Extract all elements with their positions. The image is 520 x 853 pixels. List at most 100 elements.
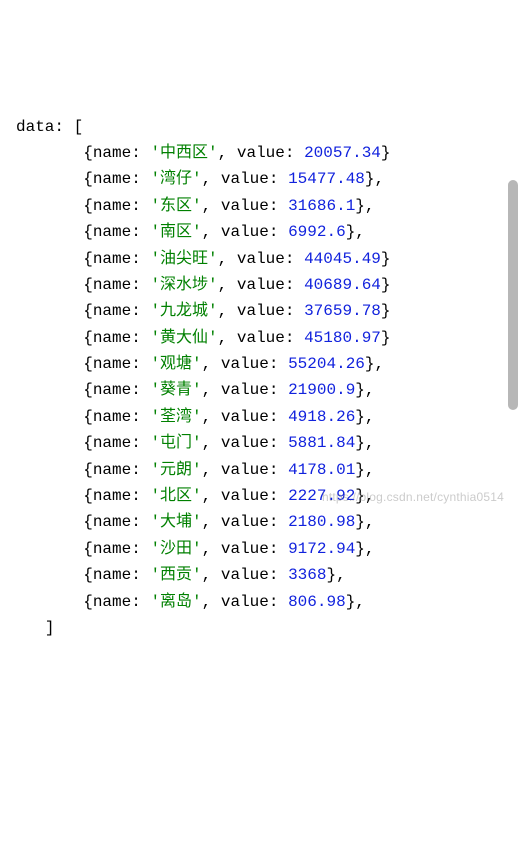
colon: : <box>131 329 150 347</box>
key-name: name <box>93 593 131 611</box>
string-literal: '观塘' <box>150 355 201 373</box>
watermark-text: https://blog.csdn.net/cynthia0514 <box>322 488 504 508</box>
key-value: value <box>221 197 269 215</box>
brace-open: { <box>83 276 93 294</box>
brace-close: }, <box>355 197 374 215</box>
colon: : <box>131 487 150 505</box>
brace-close: }, <box>355 513 374 531</box>
code-line: {name: '屯门', value: 5881.84}, <box>16 430 520 456</box>
colon: : <box>269 434 288 452</box>
colon: : <box>131 566 150 584</box>
key-value: value <box>221 170 269 188</box>
key-value: value <box>237 329 285 347</box>
number-literal: 55204.26 <box>288 355 365 373</box>
key-name: name <box>93 170 131 188</box>
string-literal: '深水埗' <box>150 276 217 294</box>
key-name: name <box>93 250 131 268</box>
number-literal: 806.98 <box>288 593 346 611</box>
colon: : <box>269 170 288 188</box>
colon: : <box>131 302 150 320</box>
colon: : <box>131 513 150 531</box>
code-line: {name: '离岛', value: 806.98}, <box>16 589 520 615</box>
colon: : <box>131 540 150 558</box>
code-line: {name: '湾仔', value: 15477.48}, <box>16 166 520 192</box>
brace-open: { <box>83 487 93 505</box>
colon: : <box>131 197 150 215</box>
colon: : <box>131 593 150 611</box>
brace-close: }, <box>346 593 365 611</box>
colon: : <box>131 355 150 373</box>
code-line: {name: '油尖旺', value: 44045.49} <box>16 246 520 272</box>
key-name: name <box>93 566 131 584</box>
brace-close: } <box>381 302 391 320</box>
colon: : <box>269 461 288 479</box>
comma: , <box>202 197 221 215</box>
colon: : <box>269 355 288 373</box>
string-literal: '离岛' <box>150 593 201 611</box>
brace-open: { <box>83 197 93 215</box>
brace-open: { <box>83 593 93 611</box>
comma: , <box>202 540 221 558</box>
code-line: {name: '沙田', value: 9172.94}, <box>16 536 520 562</box>
comma: , <box>202 513 221 531</box>
colon: : <box>131 144 150 162</box>
code-line: {name: '葵青', value: 21900.9}, <box>16 377 520 403</box>
comma: , <box>218 329 237 347</box>
code-line: {name: '东区', value: 31686.1}, <box>16 193 520 219</box>
key-value: value <box>221 434 269 452</box>
brace-open: { <box>83 566 93 584</box>
code-line: {name: '元朗', value: 4178.01}, <box>16 457 520 483</box>
colon: : <box>269 540 288 558</box>
brace-close: }, <box>326 566 345 584</box>
comma: , <box>218 144 237 162</box>
brace-open: { <box>83 329 93 347</box>
key-value: value <box>237 276 285 294</box>
code-line: {name: '九龙城', value: 37659.78} <box>16 298 520 324</box>
number-literal: 37659.78 <box>304 302 381 320</box>
key-value: value <box>221 461 269 479</box>
colon: : <box>131 434 150 452</box>
colon: : <box>131 223 150 241</box>
brace-close: }, <box>355 540 374 558</box>
brace-open: { <box>83 355 93 373</box>
brace-open: { <box>83 540 93 558</box>
number-literal: 40689.64 <box>304 276 381 294</box>
comma: , <box>218 276 237 294</box>
brace-open: { <box>83 434 93 452</box>
code-line: {name: '深水埗', value: 40689.64} <box>16 272 520 298</box>
brace-open: { <box>83 144 93 162</box>
number-literal: 44045.49 <box>304 250 381 268</box>
brace-open: { <box>83 461 93 479</box>
key-name: name <box>93 223 131 241</box>
number-literal: 21900.9 <box>288 381 355 399</box>
brace-close: }, <box>355 381 374 399</box>
colon: : <box>285 329 304 347</box>
colon: : <box>269 487 288 505</box>
key-value: value <box>221 513 269 531</box>
scrollbar-thumb[interactable] <box>508 180 518 410</box>
key-value: value <box>221 381 269 399</box>
key-name: name <box>93 197 131 215</box>
brace-open: { <box>83 170 93 188</box>
key-name: name <box>93 434 131 452</box>
string-literal: '大埔' <box>150 513 201 531</box>
brace-close: }, <box>355 434 374 452</box>
colon: : <box>269 197 288 215</box>
open-bracket: : [ <box>54 118 83 136</box>
key-name: name <box>93 302 131 320</box>
colon: : <box>285 250 304 268</box>
string-literal: '荃湾' <box>150 408 201 426</box>
brace-close: } <box>381 329 391 347</box>
number-literal: 9172.94 <box>288 540 355 558</box>
key-value: value <box>221 355 269 373</box>
brace-open: { <box>83 302 93 320</box>
colon: : <box>131 408 150 426</box>
brace-open: { <box>83 223 93 241</box>
brace-close: }, <box>355 461 374 479</box>
colon: : <box>131 250 150 268</box>
key-value: value <box>237 144 285 162</box>
number-literal: 2180.98 <box>288 513 355 531</box>
colon: : <box>285 276 304 294</box>
comma: , <box>202 170 221 188</box>
key-value: value <box>221 540 269 558</box>
